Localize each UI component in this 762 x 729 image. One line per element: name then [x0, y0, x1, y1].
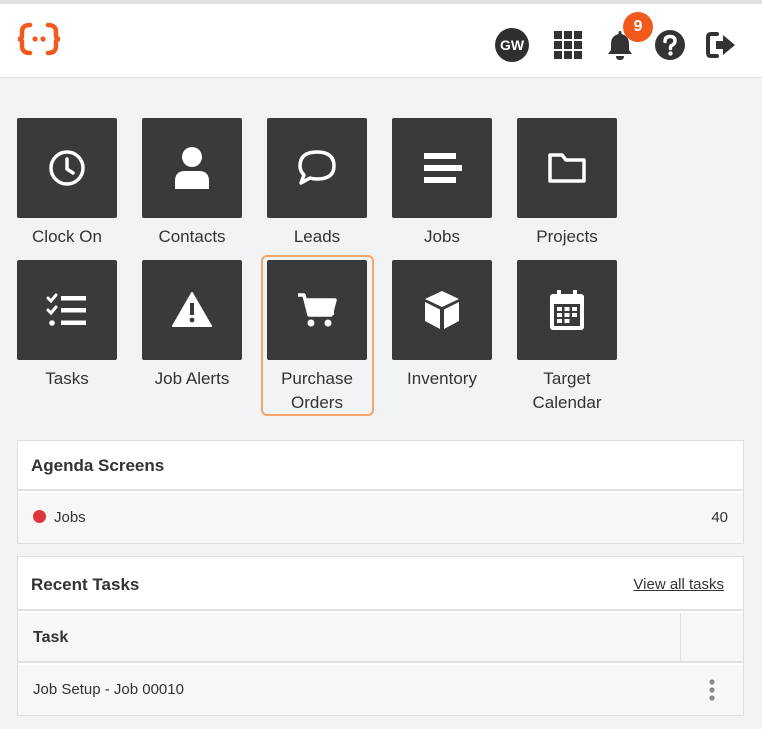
agenda-screens-title: Agenda Screens — [31, 456, 165, 475]
tile-projects[interactable]: Projects — [517, 118, 617, 249]
tile-label: Jobs — [424, 227, 460, 246]
tile-label: Clock On — [32, 227, 102, 246]
logo-icon[interactable] — [16, 21, 64, 57]
tile-label: Target Calendar — [517, 367, 617, 415]
recent-tasks-card: Recent Tasks View all tasks Task Job Set… — [17, 556, 744, 716]
tile-label: Contacts — [158, 227, 226, 246]
tile-box[interactable] — [517, 118, 617, 218]
tile-box[interactable] — [392, 260, 492, 360]
tile-box[interactable] — [142, 260, 242, 360]
user-avatar[interactable]: GW — [495, 28, 529, 62]
tile-label: Leads — [293, 227, 341, 246]
tile-inventory[interactable]: Inventory — [392, 260, 492, 391]
agenda-item-count: 40 — [711, 509, 728, 526]
card-header: Agenda Screens — [18, 441, 743, 491]
agenda-screens-card: Agenda Screens Jobs 40 — [17, 440, 744, 544]
tile-job-alerts[interactable]: Job Alerts — [142, 260, 242, 391]
tile-box[interactable] — [267, 260, 367, 360]
tile-label: Inventory — [407, 369, 477, 388]
chat-bubble-icon — [298, 150, 336, 185]
more-options-icon[interactable] — [708, 679, 716, 701]
checklist-icon — [46, 293, 86, 326]
view-all-tasks-link[interactable]: View all tasks — [633, 576, 724, 593]
cart-icon — [298, 293, 337, 327]
tile-jobs[interactable]: Jobs — [392, 118, 492, 249]
table-row[interactable]: Job Setup - Job 00010 — [18, 665, 743, 715]
folder-icon — [548, 153, 586, 183]
task-name: Job Setup - Job 00010 — [33, 681, 184, 698]
tile-box[interactable] — [17, 118, 117, 218]
tile-target-calendar[interactable]: Target Calendar — [517, 260, 617, 415]
help-icon[interactable] — [653, 28, 687, 62]
column-header-task[interactable]: Task — [33, 629, 68, 647]
tile-label-line: Purchase — [281, 369, 353, 388]
tile-box[interactable] — [267, 118, 367, 218]
table-header-row: Task — [18, 613, 743, 663]
tile-purchase-orders[interactable]: Purchase Orders — [267, 260, 367, 415]
tile-label: Purchase Orders — [267, 367, 367, 415]
card-header: Recent Tasks View all tasks — [18, 557, 743, 611]
lines-icon — [424, 153, 462, 183]
tile-box[interactable] — [142, 118, 242, 218]
warning-icon — [172, 292, 212, 327]
app-header: GW 9 — [0, 4, 762, 78]
tile-clock-on[interactable]: Clock On — [17, 118, 117, 249]
status-dot — [33, 510, 46, 523]
tile-tasks[interactable]: Tasks — [17, 260, 117, 391]
notification-badge: 9 — [623, 12, 653, 42]
tile-label-line: Orders — [291, 393, 343, 412]
tile-box[interactable] — [517, 260, 617, 360]
tile-label-line: Target — [543, 369, 591, 388]
recent-tasks-title: Recent Tasks — [31, 575, 140, 594]
tile-contacts[interactable]: Contacts — [142, 118, 242, 249]
tile-label: Job Alerts — [154, 369, 230, 388]
tile-box[interactable] — [17, 260, 117, 360]
clock-icon — [49, 150, 85, 186]
agenda-item-jobs[interactable]: Jobs 40 — [18, 493, 743, 543]
calendar-icon — [550, 290, 584, 330]
tile-label: Projects — [536, 227, 598, 246]
tile-label-line: Calendar — [532, 393, 602, 412]
tile-box[interactable] — [392, 118, 492, 218]
box-icon — [425, 291, 459, 329]
tile-label: Tasks — [45, 369, 89, 388]
tile-leads[interactable]: Leads — [267, 118, 367, 249]
logout-icon[interactable] — [704, 28, 738, 62]
column-divider — [680, 613, 681, 661]
agenda-item-label: Jobs — [54, 509, 86, 526]
apps-grid-icon[interactable] — [551, 28, 585, 62]
person-icon — [175, 147, 209, 189]
